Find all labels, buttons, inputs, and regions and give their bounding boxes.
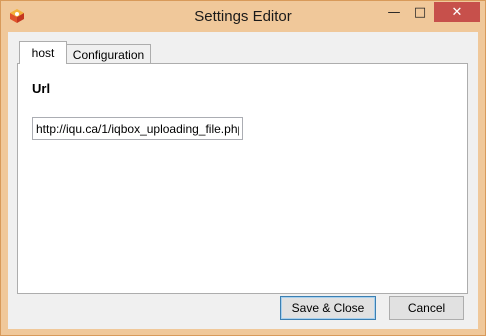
minimize-button[interactable]: — xyxy=(381,2,407,22)
client-area: host Configuration Url Save & Close Canc… xyxy=(8,32,478,329)
cancel-button[interactable]: Cancel xyxy=(389,296,464,320)
settings-editor-window: Settings Editor — □ ✕ host Configuration… xyxy=(0,0,486,336)
maximize-button[interactable]: □ xyxy=(407,2,433,22)
close-button[interactable]: ✕ xyxy=(434,2,480,22)
tab-host[interactable]: host xyxy=(19,41,67,64)
save-close-button[interactable]: Save & Close xyxy=(280,296,376,320)
url-input[interactable] xyxy=(32,117,243,140)
host-tab-panel: Url xyxy=(17,63,468,294)
title-bar[interactable]: Settings Editor — □ ✕ xyxy=(1,1,485,32)
url-label: Url xyxy=(32,81,51,96)
tab-configuration[interactable]: Configuration xyxy=(66,44,151,64)
